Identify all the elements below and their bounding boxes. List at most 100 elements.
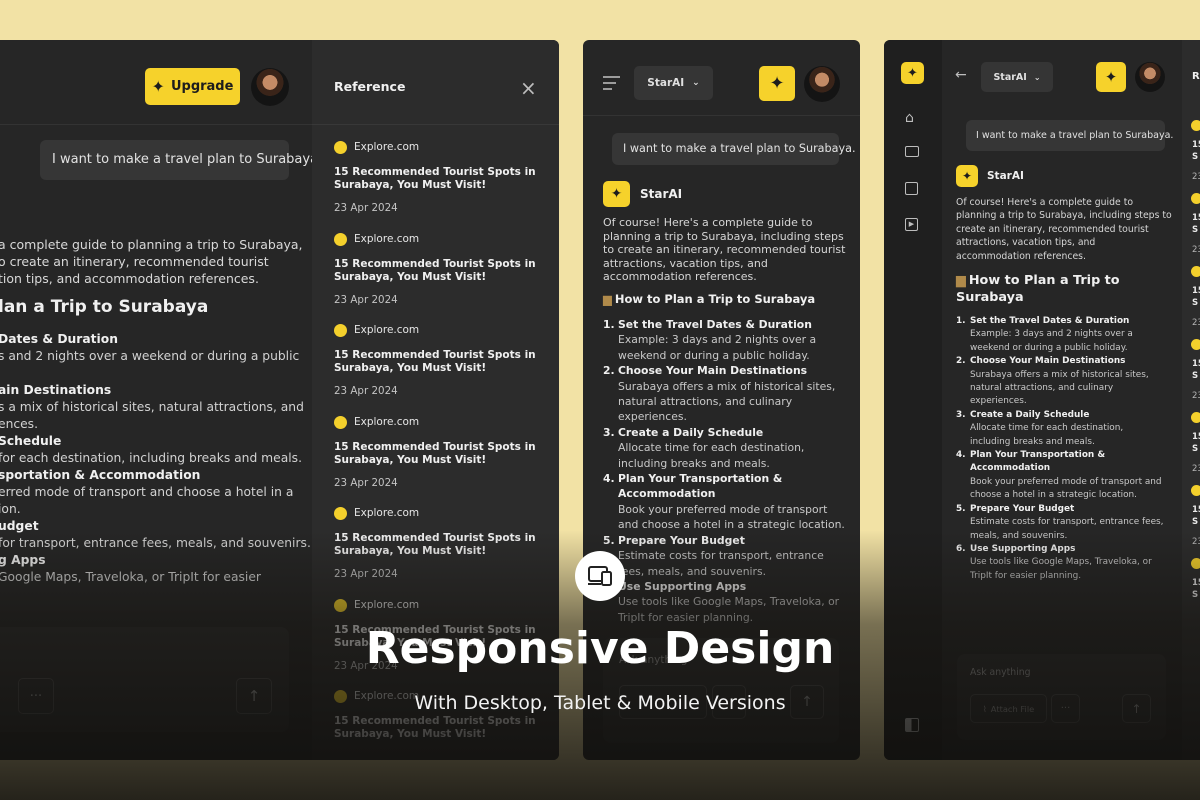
user-message: I want to make a travel plan to Surabaya… (612, 133, 856, 165)
intro-line: accommodation references. (603, 270, 757, 283)
image-icon[interactable] (905, 182, 918, 195)
intro-line: o create an itinerary, recommended touri… (0, 254, 269, 269)
logo-button[interactable]: ✦ (901, 62, 924, 84)
star-button[interactable]: ✦ (759, 66, 795, 101)
step-item: 4. Plan Your Transportation & Accommodatio… (956, 449, 1163, 503)
video-icon[interactable]: ▶ (905, 218, 918, 231)
step-body: ion. (0, 502, 21, 516)
model-select-value: StarAI (647, 77, 685, 89)
reference-date: 23 Apr 2024 (334, 385, 398, 397)
step-body: meals, and souvenirs. (970, 530, 1068, 541)
step-body: Google Maps, Traveloka, or TripIt for ea… (0, 570, 261, 584)
step-number: 6. (956, 543, 966, 554)
model-select[interactable]: StarAI ⌄ (634, 66, 713, 100)
avatar[interactable] (251, 68, 289, 106)
home-icon[interactable]: ⌂ (905, 110, 914, 126)
intro-line: a complete guide to planning a trip to S… (0, 237, 303, 252)
step-number: 4. (603, 472, 615, 486)
bot-avatar: ✦ (603, 181, 630, 207)
step-item: 2. Choose Your Main Destinations Surabaya … (956, 355, 1163, 409)
sparkle-icon: ✦ (907, 65, 918, 81)
step-item: 5. Prepare Your Budget Estimate costs for … (956, 503, 1163, 543)
reference-date: 23 Apr 2024 (334, 568, 398, 580)
step-title: Set the Travel Dates & Duration (618, 318, 812, 331)
upgrade-button[interactable]: ✦ Upgrade (145, 68, 240, 105)
reference-title-line: Surabaya, You Must Visit! (334, 453, 487, 466)
heading-text: How to Plan a Trip to Surabaya (614, 292, 816, 306)
step-item: 6.Use Supporting AppsUse tools like Goog… (956, 543, 1163, 583)
step-title: udget (0, 519, 39, 533)
step-body: including breaks and meals. (970, 436, 1095, 447)
step-body: experiences. (970, 396, 1027, 407)
avatar[interactable] (1135, 62, 1165, 92)
source-dot (1191, 558, 1200, 569)
intro-line: tion tips, and accommodation references. (0, 271, 259, 286)
reference-peek-line: 15 (1192, 578, 1200, 588)
sparkle-icon: ✦ (961, 169, 973, 183)
step-item: 6.Use Supporting AppsUse tools like Goog… (603, 579, 845, 625)
chat-icon[interactable] (905, 146, 919, 157)
reference-title-line: 15 Recommended Tourist Spots in (334, 257, 536, 270)
reference-peek-line: 15 (1192, 140, 1200, 150)
reference-source: Explore.com (354, 507, 420, 519)
menu-icon[interactable] (603, 76, 620, 90)
step-body: fees, meals, and souvenirs. (618, 564, 767, 578)
reference-source: Explore.com (354, 598, 420, 611)
upgrade-label: Upgrade (170, 79, 234, 94)
step-body: for each destination, including breaks a… (0, 451, 302, 465)
reference-title-line: 15 Recommended Tourist Spots in (334, 715, 536, 727)
header-divider (0, 124, 312, 125)
step-number: 1. (603, 318, 615, 331)
intro-line: planning a trip to Surabaya, including s… (956, 210, 1172, 222)
reference-date: 23 Apr 2024 (334, 293, 398, 306)
back-arrow-icon[interactable]: ← (955, 67, 967, 83)
step-title: Accommodation (618, 487, 716, 501)
assistant-intro: Of course! Here's a complete guide to pl… (956, 196, 1172, 263)
step-body: experiences. (618, 410, 687, 424)
reference-date: 23 Apr 2024 (334, 202, 398, 214)
star-button[interactable]: ✦ (1096, 62, 1126, 92)
source-dot (334, 598, 347, 612)
reference-peek-line: 23 (1192, 172, 1200, 182)
hero-title: Responsive Design (365, 623, 835, 674)
reference-peek-line: 23 (1192, 391, 1200, 401)
step-body: Use tools like Google Maps, Traveloka, o… (970, 557, 1152, 568)
step-title: Plan Your Transportation & (970, 450, 1106, 461)
step-body: including breaks and meals. (618, 456, 770, 470)
step-title: Set the Travel Dates & Duration (970, 316, 1130, 326)
reference-title: Reference (334, 79, 406, 94)
source-dot (1191, 120, 1200, 131)
source-dot (334, 232, 347, 246)
steps-list: 1. Set the Travel Dates & Duration Example… (603, 317, 845, 625)
step-body: weekend or during a public holiday. (970, 342, 1128, 353)
step-body: Book your preferred mode of transport (618, 502, 828, 516)
step-title: sportation & Accommodation (0, 468, 201, 482)
reference-peek-line: 15 (1192, 432, 1200, 442)
reference-peek-line: 15 (1192, 213, 1200, 223)
avatar[interactable] (804, 66, 840, 102)
sidebar-toggle-icon[interactable] (905, 718, 919, 732)
model-select[interactable]: StarAI ⌄ (981, 62, 1053, 92)
close-icon[interactable]: × (520, 76, 537, 100)
step-item: 3. Create a Daily Schedule Allocate time f… (603, 425, 845, 471)
step-number: 1. (956, 316, 966, 326)
sparkle-icon: ✦ (1104, 68, 1118, 86)
step-body: Estimate costs for transport, entrance (618, 549, 824, 563)
source-dot (1191, 266, 1200, 277)
step-number: 5. (603, 533, 615, 547)
devices-icon (575, 551, 625, 601)
step-body: natural attractions, and culinary (970, 383, 1114, 394)
step-body: Example: 3 days and 2 nights over a (618, 333, 817, 347)
intro-line: Of course! Here's a complete guide to (956, 197, 1134, 208)
sparkle-icon: ✦ (151, 77, 165, 96)
response-heading: ▆ How to Plan a Trip to Surabaya (956, 272, 1120, 306)
step-title: Dates & Duration (0, 332, 118, 346)
reference-title-line: 15 Recommended Tourist Spots in (334, 532, 536, 544)
reference-peek-line: 15 (1192, 286, 1200, 296)
intro-line: attractions, vacation tips, and (956, 237, 1096, 249)
reference-peek-line: S (1192, 298, 1199, 308)
step-body: weekend or during a public holiday. (618, 348, 810, 362)
step-number: 2. (956, 356, 966, 367)
assistant-intro: Of course! Here's a complete guide to pl… (603, 216, 845, 284)
reference-title-line: Surabaya, You Must Visit! (334, 545, 487, 557)
